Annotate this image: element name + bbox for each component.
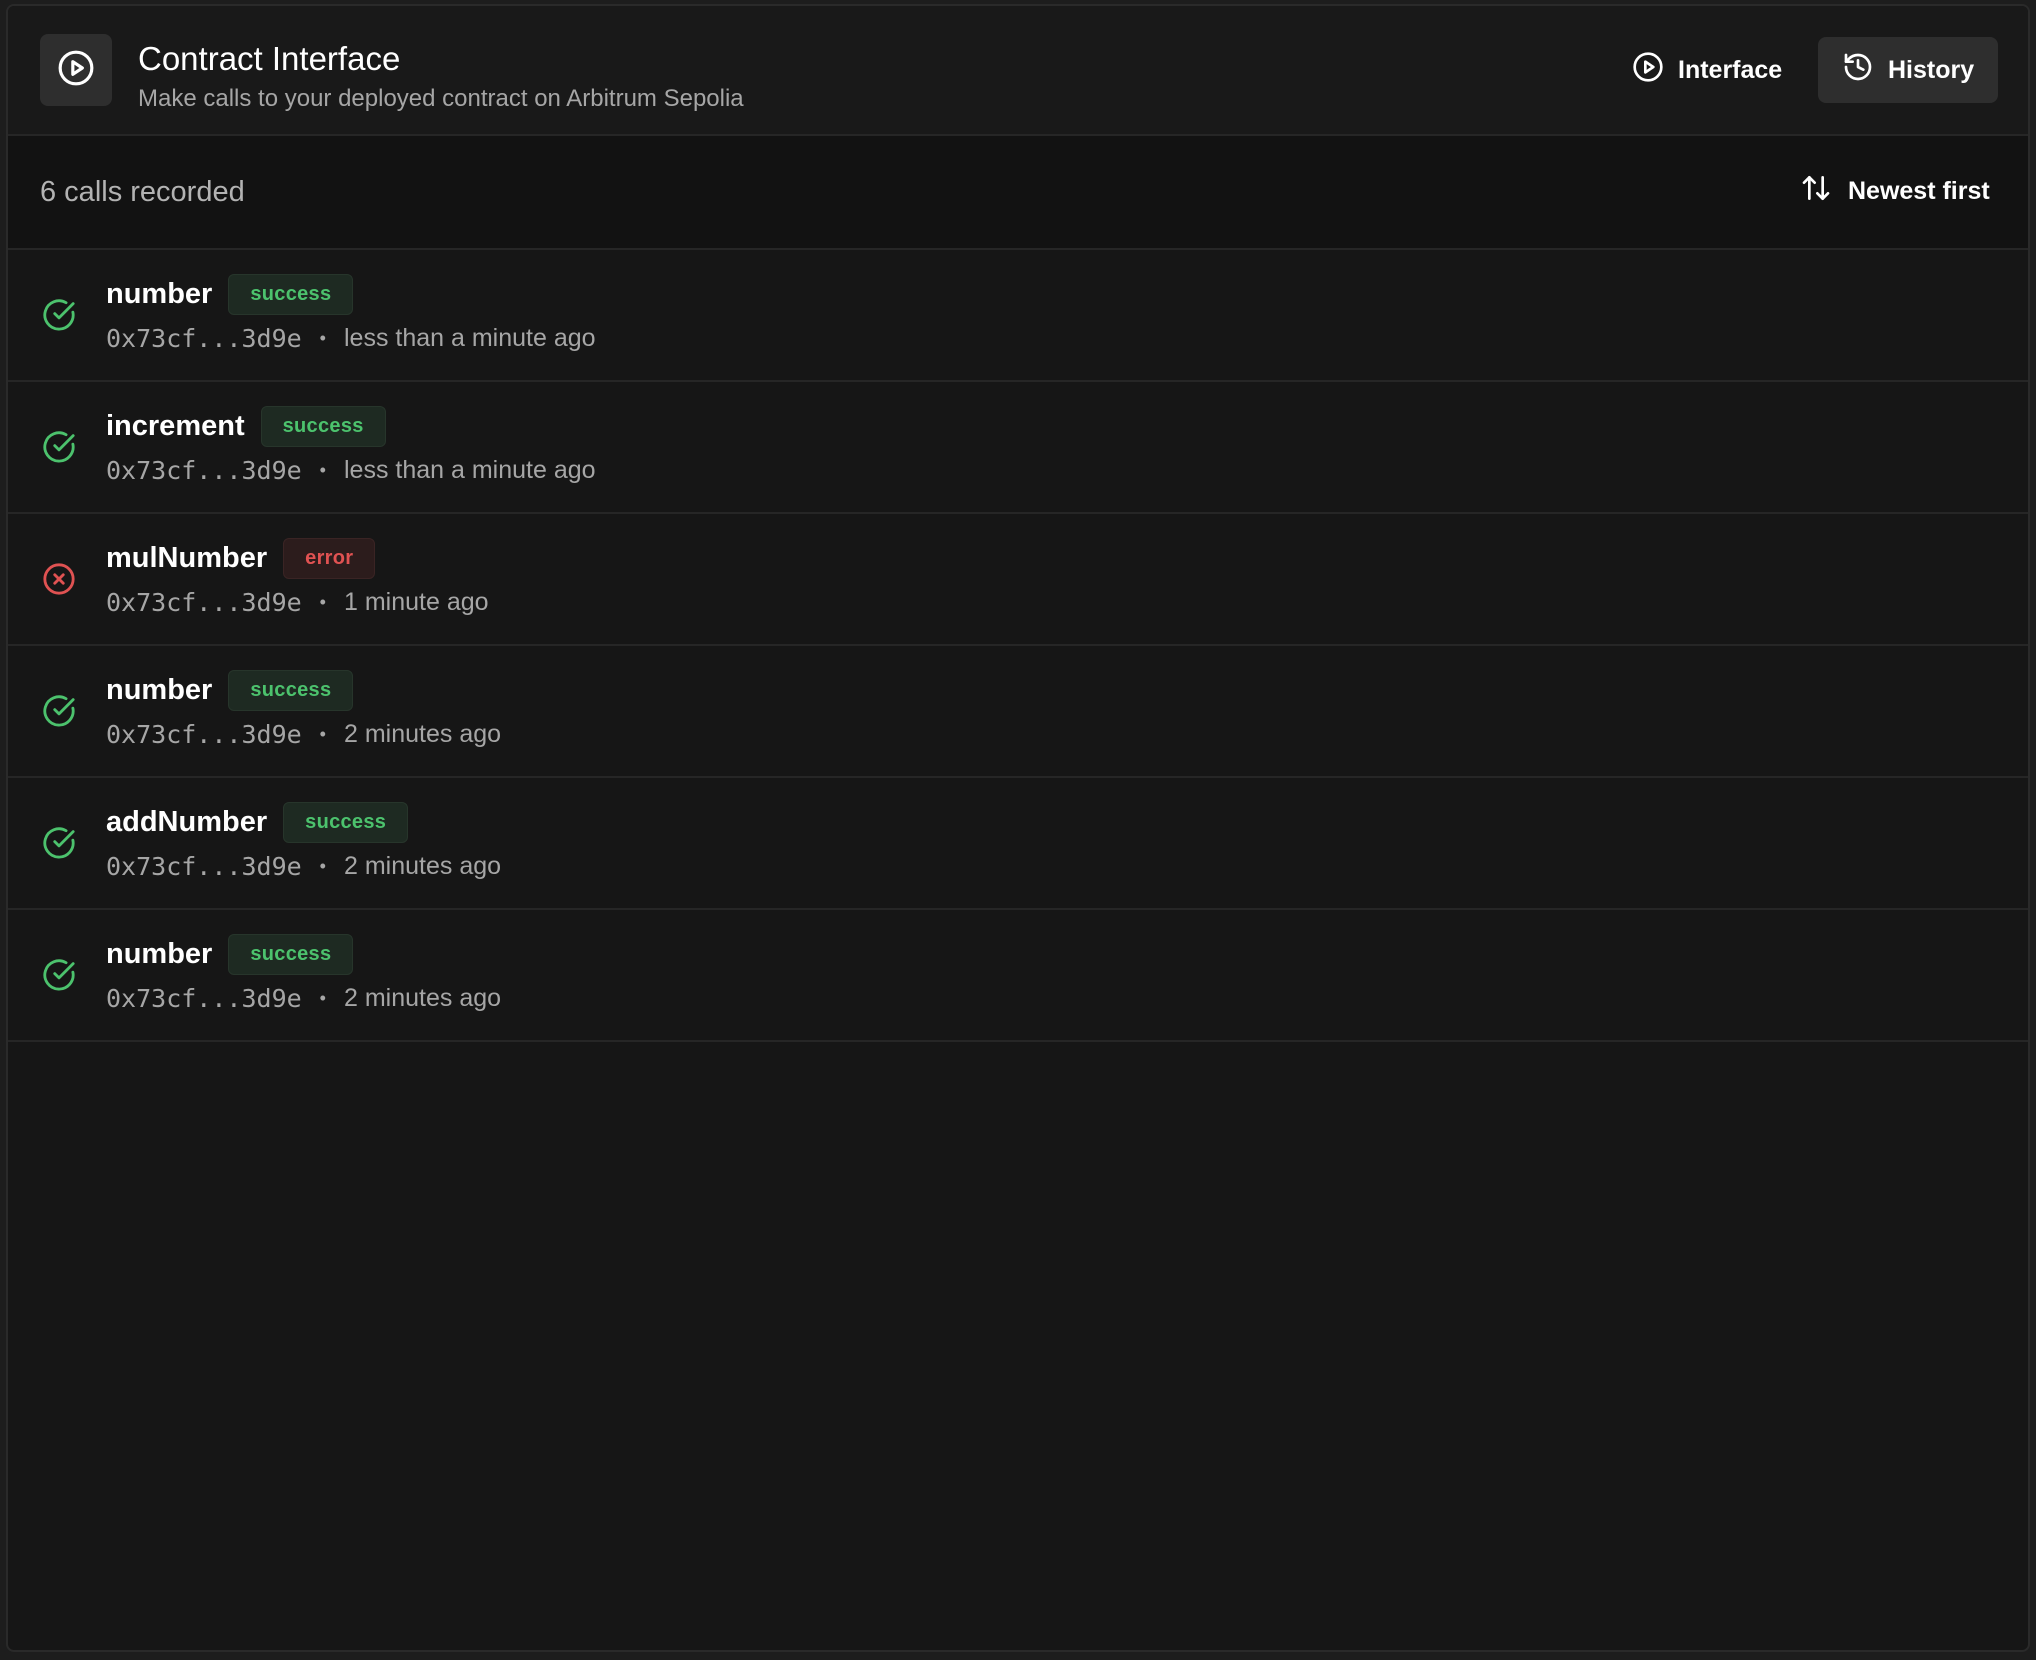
call-time: 1 minute ago xyxy=(343,588,489,616)
call-row[interactable]: increment success 0x73cf...3d9e • less t… xyxy=(8,382,2028,514)
call-row-meta: 0x73cf...3d9e • less than a minute ago xyxy=(106,456,596,485)
call-row[interactable]: number success 0x73cf...3d9e • less than… xyxy=(8,250,2028,382)
sort-button[interactable]: Newest first xyxy=(1778,162,2012,220)
call-row-meta: 0x73cf...3d9e • 2 minutes ago xyxy=(106,720,501,749)
call-row-head: number success xyxy=(106,670,354,711)
status-badge: success xyxy=(283,802,409,843)
check-circle-icon xyxy=(42,298,76,332)
status-badge: success xyxy=(260,406,386,447)
separator-dot: • xyxy=(319,328,326,348)
call-row-meta: 0x73cf...3d9e • 2 minutes ago xyxy=(106,984,501,1013)
tab-history-label: History xyxy=(1888,55,1975,84)
contract-address: 0x73cf...3d9e xyxy=(106,720,302,749)
tab-history[interactable]: History xyxy=(1818,37,1999,103)
header-logo xyxy=(40,34,112,106)
call-row-head: number success xyxy=(106,934,354,975)
sort-arrows-icon xyxy=(1800,172,1832,211)
call-row-head: number success xyxy=(106,274,354,315)
call-row-head: addNumber success xyxy=(106,802,409,843)
play-circle-icon xyxy=(1632,51,1664,90)
contract-address: 0x73cf...3d9e xyxy=(106,324,302,353)
function-name: addNumber xyxy=(106,806,268,838)
contract-address: 0x73cf...3d9e xyxy=(106,588,302,617)
check-circle-icon xyxy=(42,694,76,728)
call-row-head: mulNumber error xyxy=(106,538,376,579)
call-time: less than a minute ago xyxy=(343,456,596,484)
separator-dot: • xyxy=(319,460,326,480)
call-row-meta: 0x73cf...3d9e • 1 minute ago xyxy=(106,588,489,617)
status-badge: error xyxy=(283,538,376,579)
call-row[interactable]: number success 0x73cf...3d9e • 2 minutes… xyxy=(8,910,2028,1042)
contract-address: 0x73cf...3d9e xyxy=(106,984,302,1013)
history-toolbar: 6 calls recorded Newest first xyxy=(8,136,2028,250)
call-row-meta: 0x73cf...3d9e • less than a minute ago xyxy=(106,324,596,353)
function-name: mulNumber xyxy=(106,542,268,574)
contract-address: 0x73cf...3d9e xyxy=(106,852,302,881)
function-name: number xyxy=(106,938,213,970)
check-circle-icon xyxy=(42,958,76,992)
function-name: increment xyxy=(106,410,245,442)
header: Contract Interface Make calls to your de… xyxy=(8,6,2028,136)
call-time: less than a minute ago xyxy=(343,324,596,352)
status-badge: success xyxy=(228,670,354,711)
tab-interface-label: Interface xyxy=(1678,55,1783,84)
play-circle-icon xyxy=(57,49,95,92)
tab-interface[interactable]: Interface xyxy=(1608,37,1806,103)
call-row[interactable]: number success 0x73cf...3d9e • 2 minutes… xyxy=(8,646,2028,778)
check-circle-icon xyxy=(42,430,76,464)
call-time: 2 minutes ago xyxy=(343,720,502,748)
page-title: Contract Interface xyxy=(138,40,401,77)
call-row[interactable]: mulNumber error 0x73cf...3d9e • 1 minute… xyxy=(8,514,2028,646)
separator-dot: • xyxy=(319,856,326,876)
call-row-head: increment success xyxy=(106,406,386,447)
check-circle-icon xyxy=(42,826,76,860)
function-name: number xyxy=(106,278,213,310)
separator-dot: • xyxy=(319,988,326,1008)
call-list: number success 0x73cf...3d9e • less than… xyxy=(8,250,2028,1042)
history-icon xyxy=(1842,51,1874,90)
calls-count: 6 calls recorded xyxy=(40,176,245,208)
call-row[interactable]: addNumber success 0x73cf...3d9e • 2 minu… xyxy=(8,778,2028,910)
contract-address: 0x73cf...3d9e xyxy=(106,456,302,485)
x-circle-icon xyxy=(42,562,76,596)
status-badge: success xyxy=(228,274,354,315)
call-time: 2 minutes ago xyxy=(343,984,502,1012)
separator-dot: • xyxy=(319,724,326,744)
function-name: number xyxy=(106,674,213,706)
call-row-meta: 0x73cf...3d9e • 2 minutes ago xyxy=(106,852,501,881)
page-subtitle: Make calls to your deployed contract on … xyxy=(138,85,744,112)
contract-panel: Contract Interface Make calls to your de… xyxy=(6,4,2030,1652)
call-time: 2 minutes ago xyxy=(343,852,502,880)
separator-dot: • xyxy=(319,592,326,612)
status-badge: success xyxy=(228,934,354,975)
sort-label: Newest first xyxy=(1848,176,1990,205)
